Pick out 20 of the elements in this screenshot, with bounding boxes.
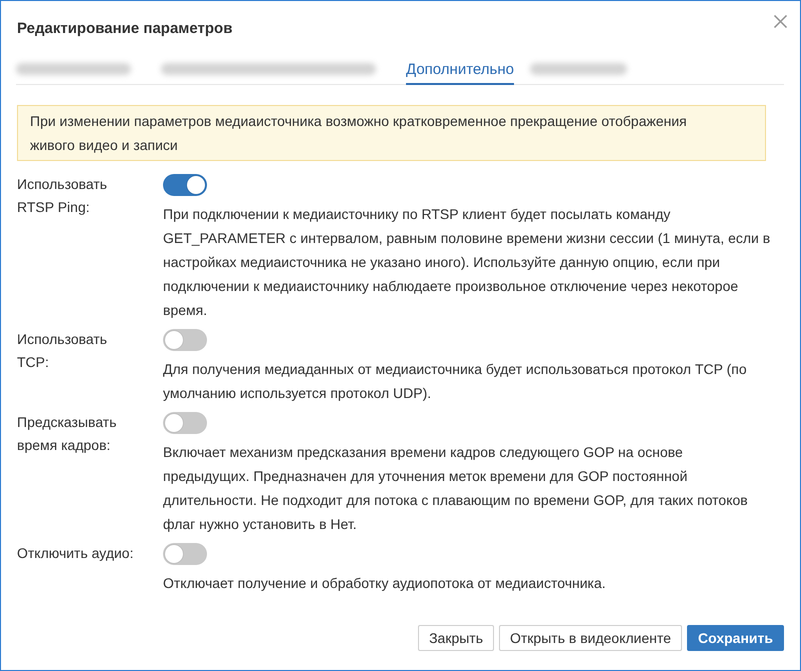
dialog-title: Редактирование параметров xyxy=(17,20,232,36)
warning-notice: При изменении параметров медиаисточника возможно кратковременное прекращение отображения живого видео и записи xyxy=(17,105,766,161)
setting-label: Использовать RTSP Ping: xyxy=(16,175,108,217)
dialog-button[interactable]: Открыть в видеоклиенте xyxy=(499,625,682,651)
setting-description: Отключает получение и обработку аудиопотока от медиаисточника. xyxy=(163,574,606,593)
toggle-switch[interactable] xyxy=(163,329,207,351)
close-button[interactable] xyxy=(774,15,787,28)
dialog-button[interactable]: Закрыть xyxy=(418,625,494,651)
toggle-switch[interactable] xyxy=(163,543,207,565)
tab[interactable]: Дополнительно xyxy=(406,55,514,85)
setting-description: Включает механизм предсказания времени кадров следующего GOP на основе предыдущих. Предназначен для уточнения меток времени для GOP постоянной длительности. Не подходит для потока с плавающим по времени GOP, для таких потоков флаг нужно установить в Нет. xyxy=(163,443,749,534)
toggle-switch[interactable] xyxy=(163,412,207,434)
setting-label: Использовать TCP: xyxy=(16,330,108,372)
toggle-switch[interactable] xyxy=(163,174,207,196)
save-button[interactable]: Сохранить xyxy=(687,625,784,651)
setting-label: Предсказывать время кадров: xyxy=(16,413,118,455)
setting-label: Отключить аудио: xyxy=(16,544,134,563)
setting-description: Для получения медиаданных от медиаисточника будет использоваться протокол TCP (по умолчанию используется протокол UDP). xyxy=(163,360,748,403)
setting-description: При подключении к медиаисточнику по RTSP клиент будет посылать команду GET_PARAMETER с интервалом, равным половине времени жизни сессии (1 минута, если в настройках медиаисточника не указано иного). Используйте данную опцию, если при подключении к медиаисточнику наблюдаете произвольное отключение через некоторое время. xyxy=(163,205,771,320)
close-icon xyxy=(774,15,787,28)
